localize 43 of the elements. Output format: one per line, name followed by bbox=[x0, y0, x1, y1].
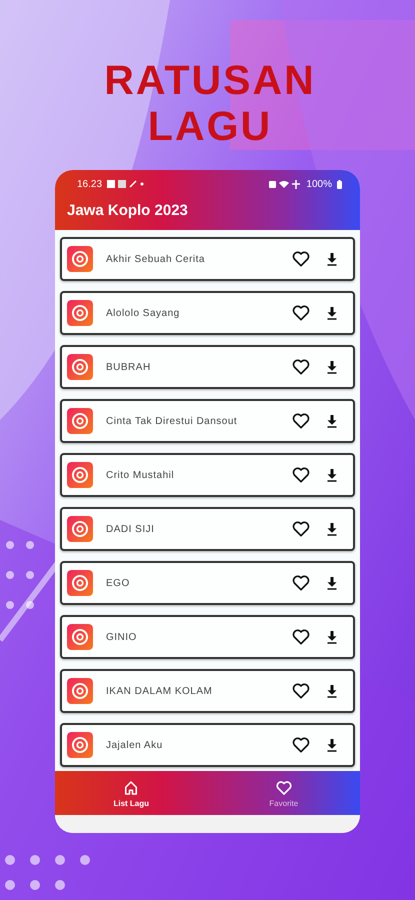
song-title: Jajalen Aku bbox=[106, 740, 164, 750]
status-time: 16.23 bbox=[77, 178, 102, 190]
heart-icon[interactable] bbox=[291, 465, 311, 485]
tab-label: List Lagu bbox=[113, 798, 150, 808]
song-row[interactable]: IKAN DALAM KOLAM bbox=[60, 669, 355, 713]
heart-icon[interactable] bbox=[291, 411, 311, 431]
song-title: DADI SIJI bbox=[106, 524, 156, 534]
song-row[interactable]: Akhir Sebuah Cerita bbox=[60, 237, 355, 281]
status-icons bbox=[269, 180, 302, 188]
heart-icon[interactable] bbox=[291, 573, 311, 593]
heart-icon[interactable] bbox=[291, 519, 311, 539]
song-row[interactable]: BUBRAH bbox=[60, 345, 355, 389]
battery-icon bbox=[337, 180, 342, 188]
nav-tab[interactable]: List Lagu bbox=[55, 771, 208, 815]
song-title: EGO bbox=[106, 578, 131, 588]
heart-icon[interactable] bbox=[291, 627, 311, 647]
heart-icon[interactable] bbox=[291, 681, 311, 701]
heart-icon[interactable] bbox=[291, 249, 311, 269]
dot-pattern-drawing bbox=[6, 541, 34, 609]
song-title: Alololo Sayang bbox=[106, 308, 181, 318]
song-row[interactable]: Alololo Sayang bbox=[60, 291, 355, 335]
song-title: IKAN DALAM KOLAM bbox=[106, 686, 214, 696]
song-row[interactable]: GINIO bbox=[60, 615, 355, 659]
song-title: Akhir Sebuah Cerita bbox=[106, 254, 206, 264]
heart-icon bbox=[274, 778, 293, 796]
heart-icon[interactable] bbox=[291, 735, 311, 755]
heart-icon[interactable] bbox=[291, 357, 311, 377]
battery-level: 100% bbox=[306, 178, 332, 190]
app-title: Jawa Koplo 2023 bbox=[66, 201, 189, 221]
song-row[interactable]: EGO bbox=[60, 561, 355, 605]
song-row[interactable]: Jajalen Aku bbox=[60, 723, 355, 767]
song-title: BUBRAH bbox=[106, 362, 152, 372]
song-row[interactable]: DADI SIJI bbox=[60, 507, 355, 551]
headline-text: LAGU bbox=[148, 104, 272, 148]
headline-text: RATUSAN bbox=[104, 58, 316, 102]
song-title: Crito Mustahil bbox=[106, 470, 176, 480]
tab-label: Favorite bbox=[269, 798, 298, 808]
song-title: Cinta Tak Direstui Dansout bbox=[106, 416, 238, 426]
song-title: GINIO bbox=[106, 632, 138, 642]
song-row[interactable]: Cinta Tak Direstui Dansout bbox=[60, 399, 355, 443]
song-row[interactable]: Crito Mustahil bbox=[60, 453, 355, 497]
nav-tab[interactable]: Favorite bbox=[208, 771, 360, 815]
heart-icon[interactable] bbox=[291, 303, 311, 323]
